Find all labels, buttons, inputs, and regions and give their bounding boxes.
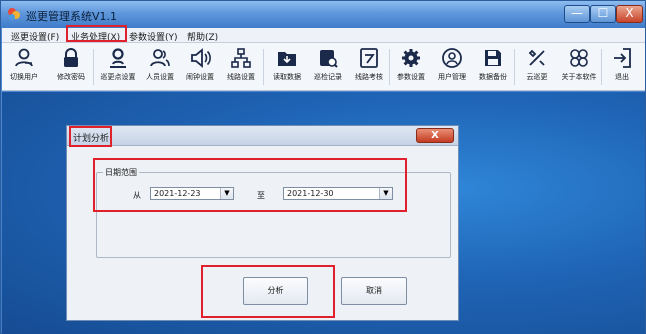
folder-download-icon [278,52,296,66]
highlight-dialog-title [69,126,112,147]
toolbar-switch-user[interactable]: 切换用户 [4,45,44,89]
toolbar-route[interactable]: 线路设置 [221,45,261,89]
toolbar-change-password[interactable]: 修改密码 [51,45,91,89]
cancel-button[interactable]: 取消 [341,277,407,305]
toolbar-about[interactable]: 关于本软件 [559,45,599,89]
network-icon [231,48,251,68]
gear-icon [402,49,420,67]
toolbar-personnel[interactable]: 人员设置 [140,45,180,89]
toolbar-exit[interactable]: 退出 [602,45,642,89]
window-title: 巡更管理系统V1.1 [26,10,118,23]
toolbar-label: 切换用户 [10,73,38,81]
records-icon [320,50,338,68]
toolbar-label: 修改密码 [57,73,85,81]
highlight-analyze-button [201,265,335,318]
menu-parameters[interactable]: 参数设置(Y) [129,30,178,43]
location-person-icon [110,48,126,68]
toolbar-label: 退出 [615,73,629,81]
toolbar-route-assessment[interactable]: 线路考核 [349,45,389,89]
lock-icon [64,48,78,67]
exit-icon [614,48,631,68]
toolbar-user-management[interactable]: 用户管理 [432,45,472,89]
title-bar: 巡更管理系统V1.1 — ☐ X [1,1,645,28]
maximize-button[interactable]: ☐ [590,5,616,23]
dialog-close-button[interactable]: X [416,128,454,143]
close-button[interactable]: X [616,5,643,23]
save-icon [485,50,501,66]
people-icon [150,49,170,67]
minimize-button[interactable]: — [564,5,590,23]
toolbar: 切换用户 修改密码 巡更点设置 人员设置 闹钟设置 线路设置 读取数据 巡检记录… [2,43,645,91]
menu-patrol-settings[interactable]: 巡更设置(F) [11,30,59,43]
toolbar-read-data[interactable]: 读取数据 [267,45,307,89]
speaker-icon [191,48,211,68]
dialog-title-bar: 计划分析 X [67,126,458,146]
highlight-menu-business [66,25,127,42]
toolbar-parameter-settings[interactable]: 参数设置 [391,45,431,89]
toolbar-cloud-patrol[interactable]: 云巡更 [517,45,557,89]
highlight-date-range [93,158,407,212]
about-icon [570,49,588,67]
switch-user-icon [15,48,33,67]
toolbar-data-backup[interactable]: 数据备份 [473,45,513,89]
toolbar-patrol-point[interactable]: 巡更点设置 [98,45,138,89]
app-icon [8,8,20,20]
toolbar-alarm[interactable]: 闹钟设置 [180,45,220,89]
toolbar-label: 线路设置 [227,73,255,81]
menu-help[interactable]: 帮助(Z) [187,30,218,43]
user-manage-icon [442,48,462,68]
tools-icon [528,49,545,66]
toolbar-inspection-records[interactable]: 巡检记录 [308,45,348,89]
edit-check-icon [360,48,378,68]
